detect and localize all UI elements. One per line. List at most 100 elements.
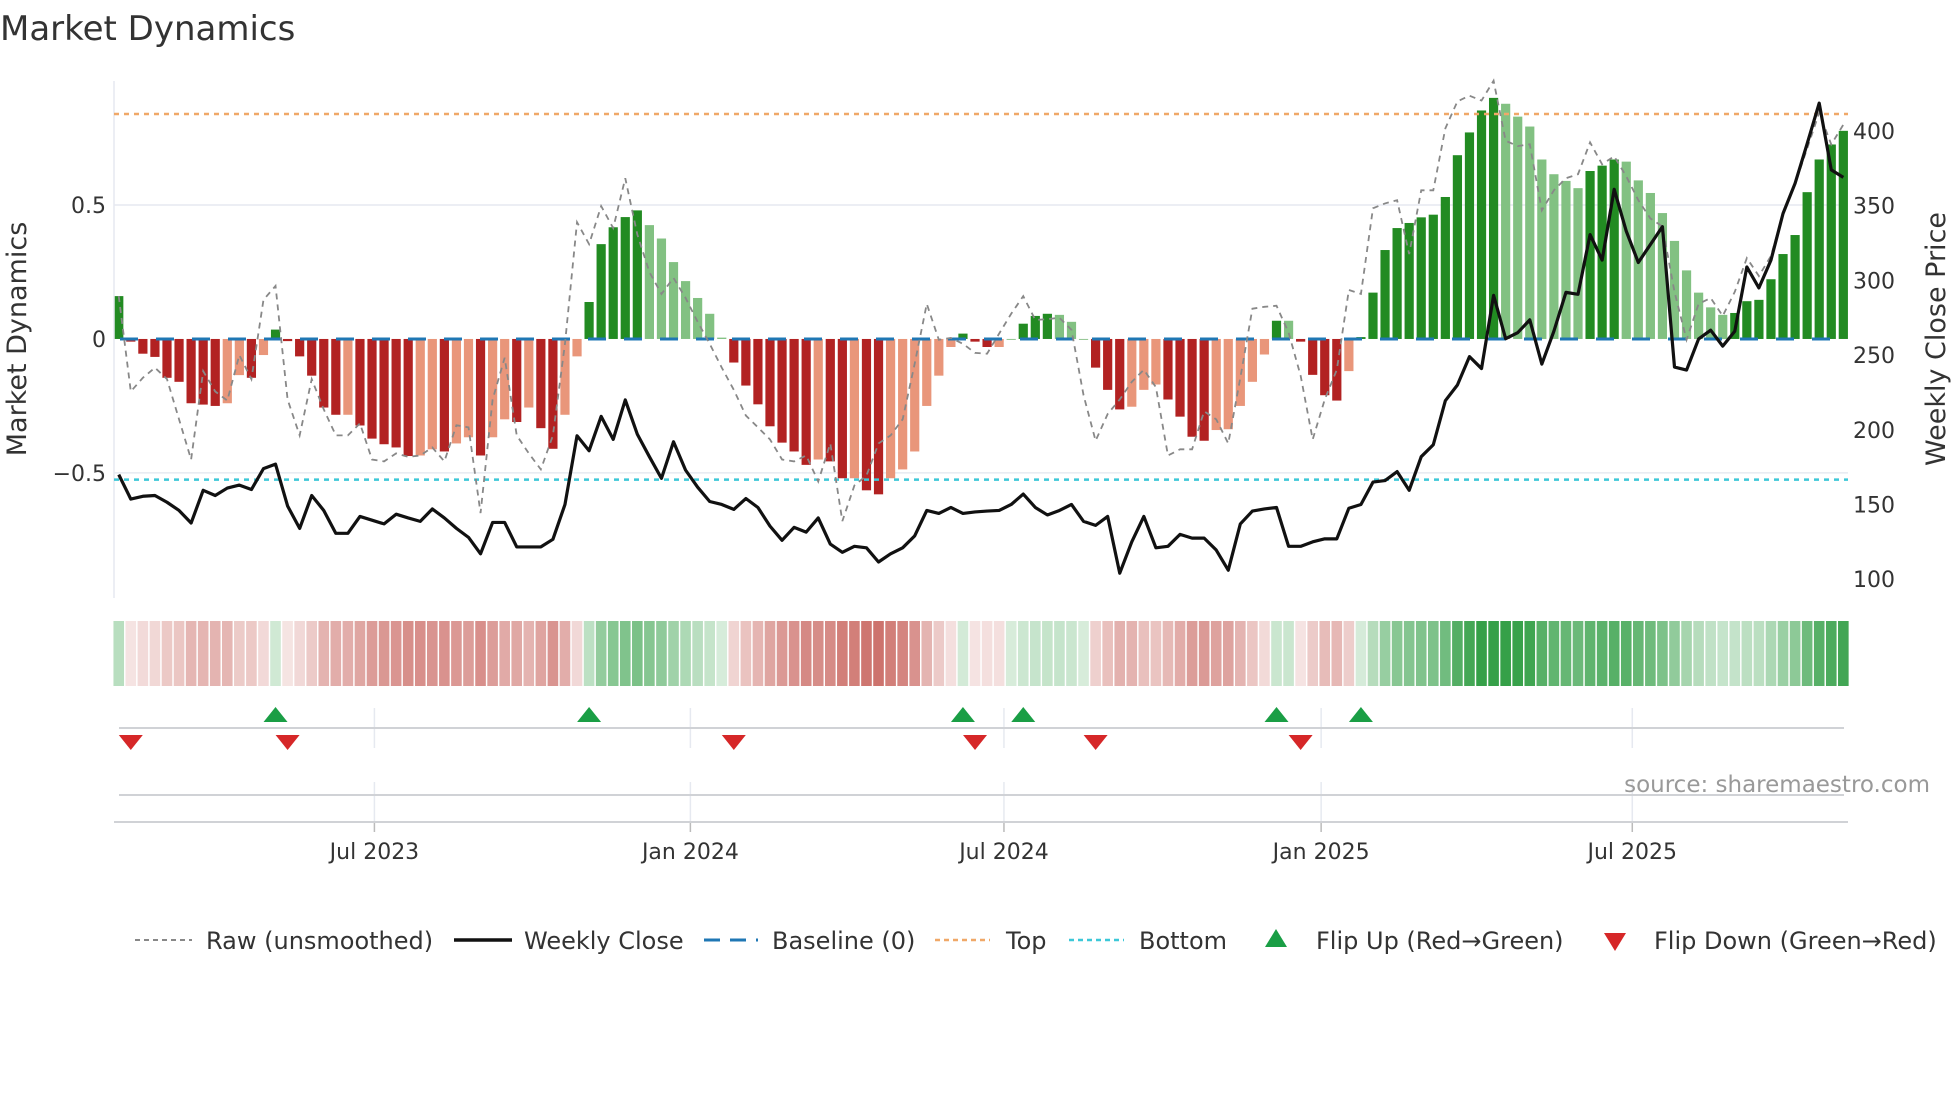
heat-cell xyxy=(1825,621,1837,686)
legend-raw-label: Raw (unsmoothed) xyxy=(206,927,433,955)
bar xyxy=(1259,338,1270,355)
heat-cell xyxy=(1608,621,1620,686)
bar xyxy=(295,338,305,357)
bar xyxy=(1211,338,1221,431)
bar xyxy=(1537,159,1547,339)
bar xyxy=(885,338,896,479)
bar xyxy=(873,338,884,495)
legend-top-label: Top xyxy=(1005,927,1047,955)
bar xyxy=(451,338,462,444)
heat-cell xyxy=(330,621,342,686)
flip-down-marker xyxy=(721,735,746,750)
heat-cell xyxy=(957,621,969,686)
heat-cell xyxy=(981,621,993,686)
heat-cell xyxy=(740,621,752,686)
bar xyxy=(174,338,184,382)
bar xyxy=(1440,196,1450,339)
bar xyxy=(427,338,437,450)
heat-cell xyxy=(1741,621,1753,686)
heat-cell xyxy=(1066,621,1077,686)
bar xyxy=(584,301,594,339)
heat-cell xyxy=(487,621,498,686)
flip-up-marker xyxy=(950,707,975,722)
heat-cell xyxy=(704,621,715,686)
heat-cell xyxy=(1440,621,1451,686)
bar xyxy=(1609,159,1619,339)
heat-cell xyxy=(1174,621,1186,686)
bar xyxy=(1573,188,1583,339)
bar xyxy=(620,217,630,339)
heat-cell xyxy=(366,621,378,686)
y-tick-label: −0.5 xyxy=(53,462,106,487)
bar xyxy=(1308,338,1318,375)
bar xyxy=(1561,180,1571,339)
series-lines xyxy=(117,78,1845,575)
legend-flip-down-label: Flip Down (Green→Red) xyxy=(1654,927,1937,955)
bar xyxy=(1151,338,1161,385)
bar xyxy=(1042,313,1052,339)
bar xyxy=(849,338,860,479)
bar xyxy=(765,338,775,427)
heat-cell xyxy=(788,621,800,686)
bar xyxy=(1392,228,1402,339)
heat-cell xyxy=(1114,621,1126,686)
heat-cell xyxy=(294,621,305,686)
bar xyxy=(114,296,124,339)
bar xyxy=(1742,301,1752,339)
heat-cell xyxy=(511,621,523,686)
legend-bottom-label: Bottom xyxy=(1139,927,1227,955)
bar xyxy=(222,338,232,404)
bar xyxy=(355,338,365,426)
bar xyxy=(1127,338,1137,407)
legend: Raw (unsmoothed) Weekly Close Baseline (… xyxy=(135,927,1937,955)
heat-cell xyxy=(1005,621,1017,686)
heat-cell xyxy=(547,621,559,686)
heat-cell xyxy=(692,621,703,686)
bar xyxy=(789,338,799,452)
bar xyxy=(379,338,389,445)
heat-cell xyxy=(1777,621,1789,686)
x-tick-label: Jan 2024 xyxy=(640,840,739,865)
bar xyxy=(717,337,727,339)
heat-cell xyxy=(125,621,137,686)
x-tick-label: Jan 2025 xyxy=(1271,840,1370,865)
flip-up-marker xyxy=(263,707,288,722)
heat-cell xyxy=(318,621,330,686)
flip-down-marker xyxy=(1083,735,1108,750)
heat-cell xyxy=(993,621,1005,686)
heat-cell xyxy=(1801,621,1813,686)
bar xyxy=(1078,338,1089,340)
heat-cell xyxy=(209,621,221,686)
bar xyxy=(415,338,425,456)
heat-cell xyxy=(632,621,643,686)
heat-cell xyxy=(1198,621,1210,686)
heat-cell xyxy=(837,621,848,686)
heat-cell xyxy=(800,621,812,686)
heat-cell xyxy=(173,621,185,686)
bar xyxy=(258,338,269,356)
heat-cell xyxy=(885,621,896,686)
bar xyxy=(1018,323,1028,339)
bar xyxy=(922,338,932,406)
y2-tick-label: 200 xyxy=(1853,419,1895,444)
heat-cell xyxy=(583,621,595,686)
heat-cell xyxy=(1222,621,1234,686)
heat-cell xyxy=(1343,621,1355,686)
y2-tick-label: 400 xyxy=(1853,120,1895,145)
heat-cell xyxy=(1017,621,1029,686)
bar xyxy=(596,244,606,339)
bar xyxy=(463,338,474,438)
heat-cell xyxy=(1078,621,1089,686)
y-tick-label: 0.5 xyxy=(71,194,106,219)
bar xyxy=(1428,214,1438,339)
heat-cell xyxy=(680,621,691,686)
heat-cell xyxy=(1138,621,1150,686)
heat-cell xyxy=(1247,621,1258,686)
heat-cell xyxy=(463,621,474,686)
bar xyxy=(1175,338,1185,417)
heat-cell xyxy=(1633,621,1644,686)
heat-cell xyxy=(1054,621,1065,686)
heat-cell xyxy=(113,621,125,686)
heat-cell xyxy=(656,621,667,686)
heat-cell xyxy=(1717,621,1729,686)
